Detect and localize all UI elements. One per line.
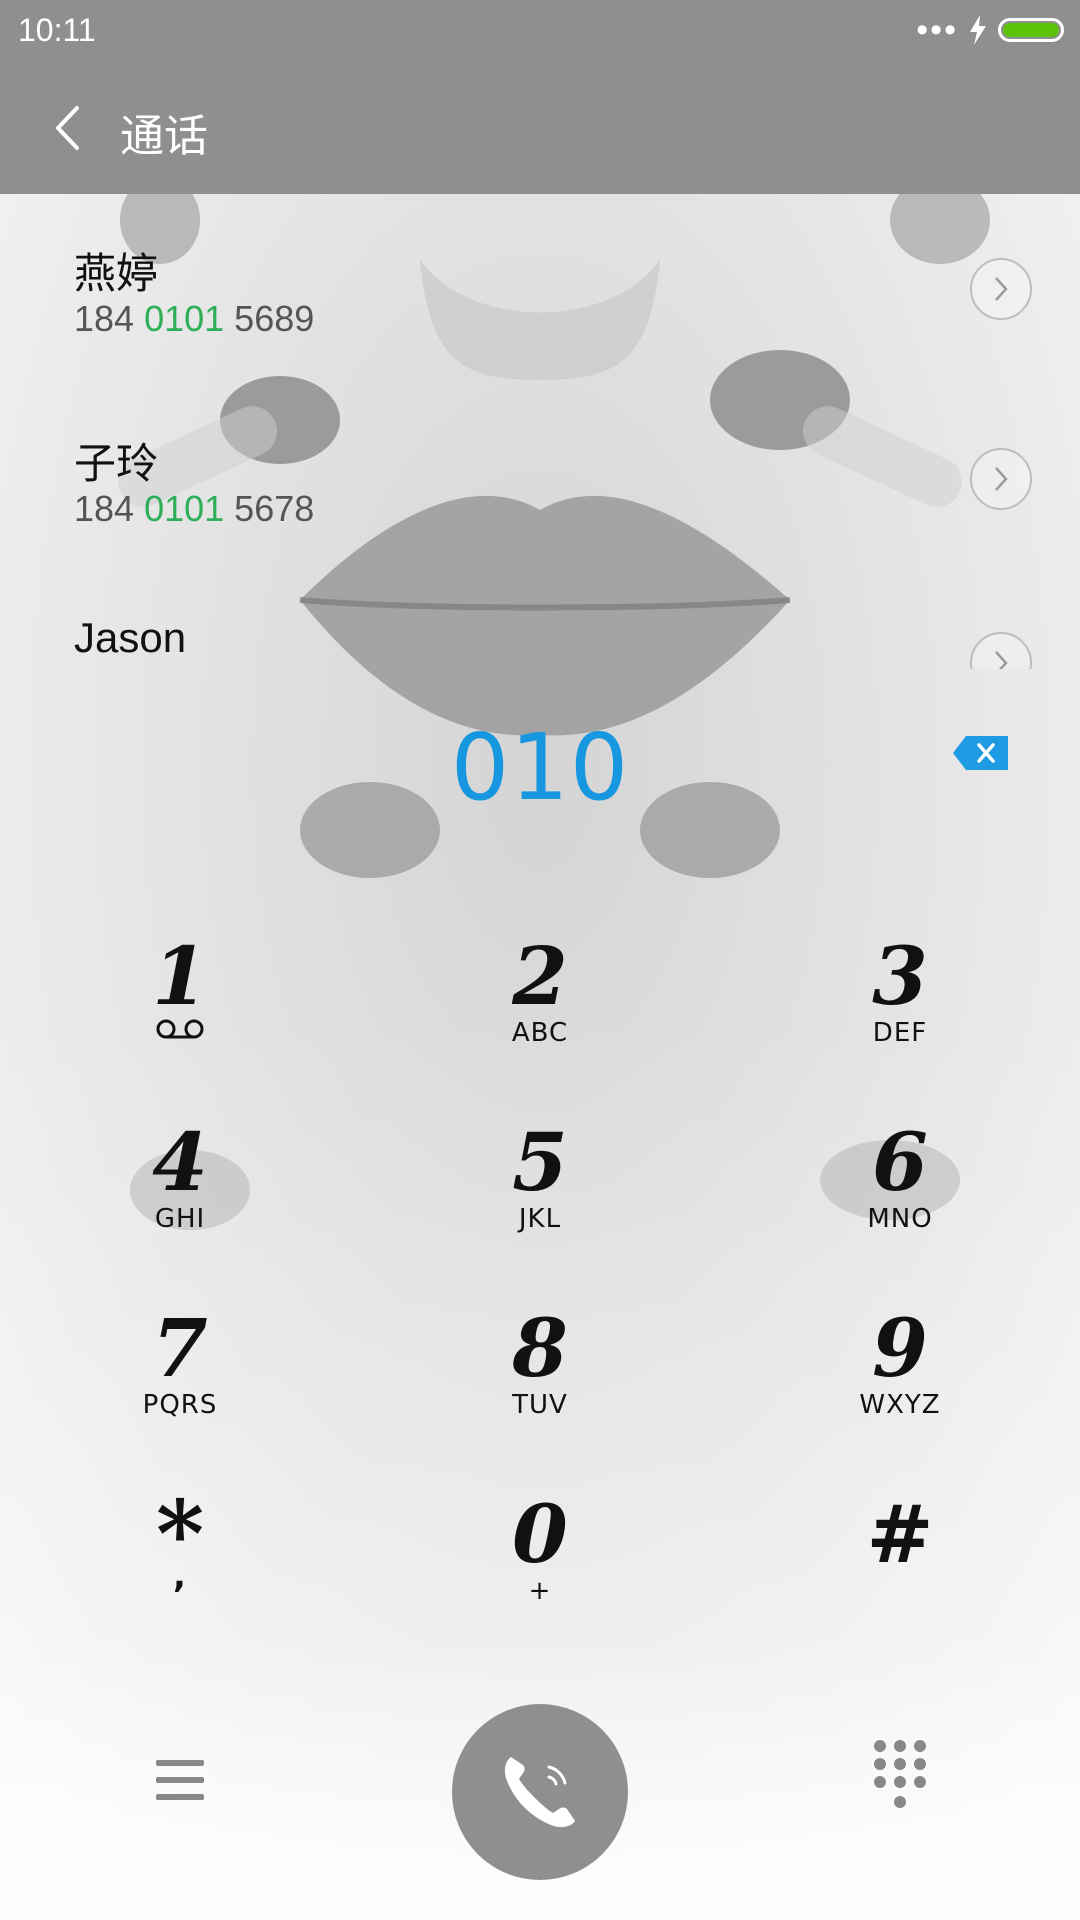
key-9[interactable]: 9 WXYZ [790, 1306, 1010, 1476]
key-digit: 3 [872, 929, 928, 1023]
contact-item[interactable]: 子玲 184 0101 5678 [0, 384, 1080, 574]
contact-name: 燕婷 [74, 250, 159, 297]
voicemail-icon [156, 1019, 204, 1039]
status-icons: ••• [916, 12, 1064, 48]
number-prefix: 184 [74, 488, 145, 529]
contact-detail-button[interactable] [970, 258, 1032, 320]
key-letters: JKL [518, 1204, 562, 1234]
key-digit: 7 [152, 1301, 208, 1395]
key-digit: # [866, 1487, 934, 1581]
battery-level [1003, 23, 1059, 37]
contact-item[interactable]: 燕婷 184 0101 5689 [0, 194, 1080, 384]
status-time: 10:11 [18, 12, 96, 48]
key-8[interactable]: 8 TUV [430, 1306, 650, 1476]
dialer-action-bar [0, 1696, 1080, 1920]
key-letters: + [528, 1576, 552, 1606]
key-letters: ABC [511, 1018, 569, 1048]
key-5[interactable]: 5 JKL [430, 1120, 650, 1290]
key-digit: 6 [872, 1115, 928, 1209]
chevron-right-icon [995, 467, 1008, 491]
dialer-content: 燕婷 184 0101 5689 子玲 184 0101 5678 Jason [0, 194, 1080, 1920]
app-bar: 通话 [0, 62, 1080, 194]
key-letters: MNO [867, 1204, 933, 1234]
number-suffix: 5678 [224, 488, 315, 529]
contact-number: 184 0101 5678 [74, 488, 314, 530]
key-digit: 0 [512, 1487, 568, 1581]
lightning-icon [970, 15, 986, 45]
key-digit: 9 [872, 1301, 928, 1395]
backspace-icon[interactable] [952, 734, 1010, 772]
number-match-highlight: 0101 [144, 488, 225, 529]
contact-detail-button[interactable] [970, 632, 1032, 669]
key-digit: 5 [512, 1115, 568, 1209]
key-0[interactable]: 0 + [430, 1492, 650, 1662]
dialpad: 1 2 ABC 3 DEF 4 GHI 5 JKL 6 MNO 7 PQRS 8… [0, 934, 1080, 1694]
chevron-right-icon [995, 277, 1008, 301]
key-1[interactable]: 1 [70, 934, 290, 1104]
key-letters: WXYZ [859, 1390, 941, 1420]
key-digit: 2 [512, 929, 568, 1023]
hamburger-menu-icon[interactable] [150, 1750, 210, 1810]
key-star[interactable]: * , [70, 1488, 290, 1662]
key-letters: PQRS [142, 1390, 218, 1420]
number-match-highlight: 0101 [144, 298, 225, 339]
back-button[interactable] [42, 96, 92, 160]
status-bar: 10:11 ••• [0, 0, 1080, 62]
key-digit: 1 [152, 929, 208, 1023]
chevron-right-icon [995, 651, 1008, 669]
page-title: 通话 [120, 112, 208, 161]
contact-number: 184 0101 5689 [74, 298, 314, 340]
phone-handset-icon [504, 1757, 575, 1828]
contact-suggestion-list: 燕婷 184 0101 5689 子玲 184 0101 5678 Jason [0, 194, 1080, 669]
call-button[interactable] [452, 1704, 628, 1880]
chevron-left-icon [56, 106, 79, 150]
key-hash[interactable]: # [790, 1492, 1010, 1662]
contact-detail-button[interactable] [970, 448, 1032, 510]
key-7[interactable]: 7 PQRS [70, 1306, 290, 1476]
number-suffix: 5689 [224, 298, 315, 339]
key-letters: GHI [154, 1204, 206, 1234]
contact-name: Jason [74, 614, 187, 661]
contact-item[interactable]: Jason [0, 574, 1080, 669]
contact-name: 子玲 [74, 440, 159, 487]
number-prefix: 184 [74, 298, 145, 339]
key-4[interactable]: 4 GHI [70, 1120, 290, 1290]
more-notifications-icon: ••• [916, 11, 958, 49]
key-3[interactable]: 3 DEF [790, 934, 1010, 1104]
key-letters: DEF [872, 1018, 928, 1048]
key-digit: 8 [512, 1301, 568, 1395]
battery-icon [998, 18, 1064, 42]
key-letters: , [173, 1556, 187, 1596]
key-6[interactable]: 6 MNO [790, 1120, 1010, 1290]
key-letters: TUV [512, 1390, 568, 1420]
key-digit: 4 [152, 1115, 208, 1209]
dialpad-grid-icon[interactable] [870, 1736, 930, 1816]
dialed-number: 010 [450, 714, 630, 821]
key-2[interactable]: 2 ABC [430, 934, 650, 1104]
